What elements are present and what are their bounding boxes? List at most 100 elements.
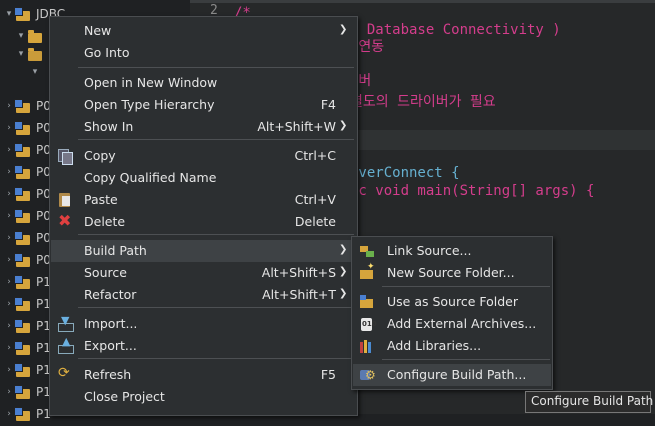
copy-icon	[57, 148, 73, 165]
project-icon	[14, 341, 32, 356]
submenu-item-new-source-folder[interactable]: ✦ New Source Folder...	[353, 262, 551, 284]
menu-item-import[interactable]: ▼ Import...	[51, 313, 356, 335]
menu-item-shortcut: Alt+Shift+W	[257, 119, 336, 134]
libraries-icon	[359, 338, 375, 354]
package-icon	[28, 47, 44, 62]
menu-item-shortcut: Ctrl+C	[294, 148, 336, 163]
menu-item-label: Paste	[84, 192, 118, 207]
menu-separator	[78, 67, 354, 68]
menu-item-label: Source	[84, 265, 127, 280]
project-icon	[14, 121, 32, 136]
context-menu: New ❯ Go Into Open in New Window Open Type H…	[49, 16, 358, 416]
menu-item-label: Delete	[84, 214, 126, 229]
import-icon: ▼	[57, 314, 74, 332]
menu-item-shortcut: Alt+Shift+T	[262, 287, 336, 302]
chevron-right-icon[interactable]: ›	[4, 255, 14, 265]
source-folder-icon	[359, 294, 375, 310]
project-icon	[14, 253, 32, 268]
chevron-right-icon[interactable]: ›	[4, 321, 14, 331]
menu-separator	[78, 358, 354, 359]
menu-item-label: New	[84, 23, 112, 38]
menu-item-show-in[interactable]: Show In Alt+Shift+W ❯	[51, 116, 356, 138]
menu-separator	[382, 286, 550, 287]
menu-item-label: Open in New Window	[84, 75, 218, 90]
submenu-item-link-source[interactable]: Link Source...	[353, 240, 551, 262]
project-icon	[14, 407, 32, 422]
chevron-right-icon[interactable]: ›	[4, 299, 14, 309]
source-folder-icon	[28, 29, 44, 44]
archive-icon: 010	[359, 316, 377, 332]
refresh-icon: ⟳	[58, 365, 70, 381]
project-icon	[14, 319, 32, 334]
menu-item-shortcut: Delete	[294, 214, 336, 229]
chevron-right-icon: ❯	[339, 244, 348, 255]
submenu-item-label: Add Libraries...	[387, 338, 482, 353]
project-icon	[14, 165, 32, 180]
chevron-right-icon[interactable]: ›	[4, 101, 14, 111]
export-icon: ▲	[57, 335, 74, 354]
menu-item-close-project[interactable]: Close Project	[51, 386, 356, 408]
tooltip-text: Configure Build Path	[531, 394, 654, 408]
chevron-right-icon: ❯	[339, 120, 348, 131]
link-source-icon	[359, 243, 375, 259]
menu-item-new[interactable]: New ❯	[51, 20, 356, 42]
chevron-right-icon[interactable]: ›	[4, 123, 14, 133]
menu-item-refactor[interactable]: Refactor Alt+Shift+T ❯	[51, 284, 356, 306]
menu-item-shortcut: Ctrl+V	[294, 192, 336, 207]
configure-build-path-icon: ⚙	[359, 367, 376, 383]
chevron-right-icon[interactable]: ›	[4, 343, 14, 353]
delete-icon: ✖	[58, 211, 72, 230]
tooltip: Configure Build Path	[525, 391, 654, 413]
chevron-down-icon[interactable]: ▾	[30, 67, 40, 77]
menu-item-go-into[interactable]: Go Into	[51, 42, 356, 64]
project-icon	[14, 99, 32, 114]
submenu-item-label: Link Source...	[387, 243, 472, 258]
build-path-submenu: Link Source... ✦ New Source Folder... Use a…	[351, 236, 553, 390]
chevron-right-icon[interactable]: ›	[4, 365, 14, 375]
project-icon	[14, 187, 32, 202]
menu-separator	[78, 307, 354, 308]
menu-item-label: Close Project	[84, 389, 165, 404]
submenu-item-use-as-source-folder[interactable]: Use as Source Folder	[353, 291, 551, 313]
submenu-item-label: Use as Source Folder	[387, 294, 519, 309]
menu-item-refresh[interactable]: ⟳ Refresh F5	[51, 364, 356, 386]
editor-tab-strip	[190, 0, 655, 3]
submenu-item-label: New Source Folder...	[387, 265, 515, 280]
menu-item-export[interactable]: ▲ Export...	[51, 335, 356, 357]
chevron-down-icon[interactable]: ▾	[16, 49, 26, 59]
submenu-item-configure-build-path[interactable]: ⚙ Configure Build Path...	[353, 364, 551, 386]
menu-item-paste[interactable]: Paste Ctrl+V	[51, 189, 356, 211]
project-icon	[14, 143, 32, 158]
menu-item-label: Copy	[84, 148, 116, 163]
menu-item-build-path[interactable]: Build Path ❯	[51, 240, 356, 262]
menu-item-label: Build Path	[84, 243, 147, 258]
chevron-right-icon[interactable]: ›	[4, 211, 14, 221]
submenu-item-add-external-archives[interactable]: 010 Add External Archives...	[353, 313, 551, 335]
menu-item-source[interactable]: Source Alt+Shift+S ❯	[51, 262, 356, 284]
chevron-right-icon[interactable]: ›	[4, 189, 14, 199]
chevron-right-icon[interactable]: ›	[4, 233, 14, 243]
chevron-right-icon[interactable]: ›	[4, 387, 14, 397]
chevron-right-icon[interactable]: ›	[4, 409, 14, 419]
project-icon	[14, 385, 32, 400]
menu-item-copy[interactable]: Copy Ctrl+C	[51, 145, 356, 167]
chevron-right-icon[interactable]: ›	[4, 277, 14, 287]
menu-item-copy-qualified-name[interactable]: Copy Qualified Name	[51, 167, 356, 189]
chevron-down-icon[interactable]: ▾	[16, 31, 26, 41]
menu-item-open-new-window[interactable]: Open in New Window	[51, 72, 356, 94]
menu-item-open-type-hierarchy[interactable]: Open Type Hierarchy F4	[51, 94, 356, 116]
menu-item-shortcut: F5	[320, 367, 336, 382]
menu-separator	[78, 234, 354, 235]
menu-item-label: Export...	[84, 338, 137, 353]
chevron-right-icon[interactable]: ›	[4, 145, 14, 155]
chevron-right-icon[interactable]: ›	[4, 167, 14, 177]
project-icon	[14, 7, 32, 22]
menu-item-label: Show In	[84, 119, 134, 134]
menu-separator	[78, 139, 354, 140]
menu-separator	[382, 359, 550, 360]
chevron-right-icon: ❯	[339, 266, 348, 277]
chevron-down-icon[interactable]: ▾	[4, 9, 14, 19]
menu-item-shortcut: Alt+Shift+S	[261, 265, 336, 280]
submenu-item-add-libraries[interactable]: Add Libraries...	[353, 335, 551, 357]
menu-item-delete[interactable]: ✖ Delete Delete	[51, 211, 356, 233]
